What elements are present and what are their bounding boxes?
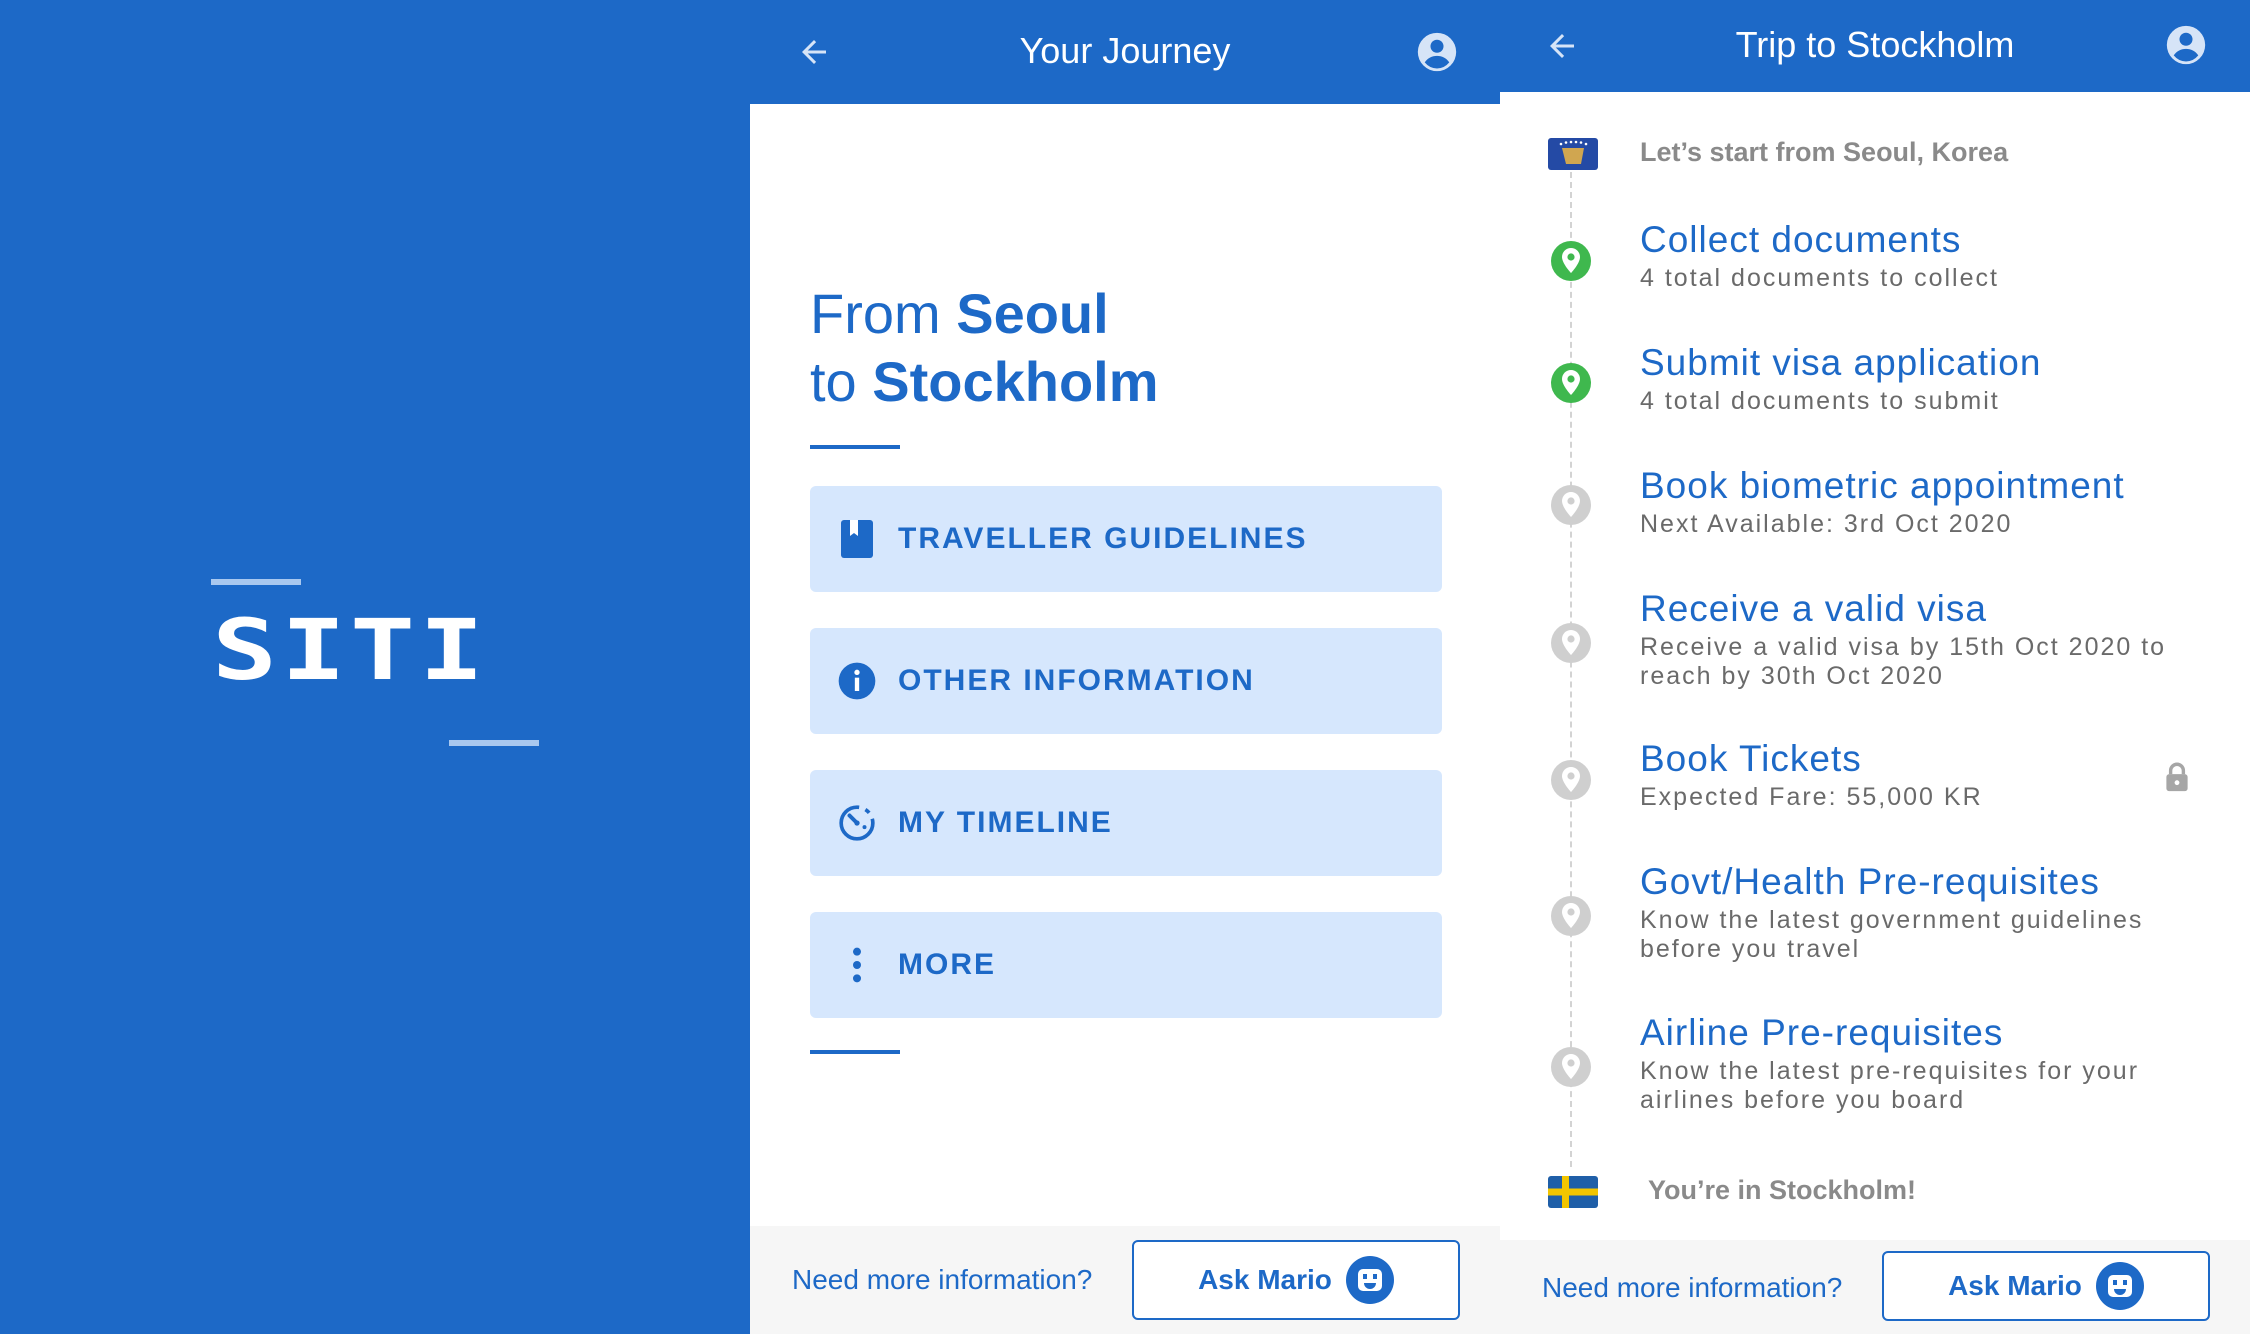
timeline-step[interactable]: Govt/Health Pre-requisites Know the late…	[1640, 860, 2220, 964]
menu-label: OTHER INFORMATION	[898, 664, 1255, 697]
map-pin-done-icon	[1548, 238, 1594, 284]
map-pin-pending-icon	[1548, 1044, 1594, 1090]
more-button[interactable]: MORE	[810, 912, 1442, 1018]
page-title: Your Journey	[1019, 30, 1231, 71]
timeline-step[interactable]: Airline Pre-requisites Know the latest p…	[1640, 1011, 2220, 1115]
help-footer: Need more information? Ask Mario	[750, 1226, 1500, 1334]
my-timeline-button[interactable]: MY TIMELINE	[810, 770, 1442, 876]
step-description: Next Available: 3rd Oct 2020	[1640, 510, 2013, 538]
timeline-step[interactable]: Submit visa application 4 total document…	[1640, 341, 2220, 416]
from-city: Seoul	[956, 282, 1109, 345]
step-title: Submit visa application	[1640, 342, 2042, 383]
help-footer: Need more information? Ask Mario	[1500, 1240, 2250, 1334]
step-title: Govt/Health Pre-requisites	[1640, 861, 2100, 902]
help-prompt: Need more information?	[1542, 1272, 1843, 1303]
other-information-button[interactable]: OTHER INFORMATION	[810, 628, 1442, 734]
menu-label: TRAVELLER GUIDELINES	[898, 522, 1308, 555]
logo-top-rule	[211, 579, 301, 585]
splash-screen: SITI	[0, 0, 750, 1334]
lock-icon	[2160, 760, 2194, 794]
bookmark-book-icon	[834, 516, 880, 562]
app-bar: Trip to Stockholm	[1500, 0, 2250, 92]
route-heading: From Seoul to Stockholm	[810, 280, 1159, 416]
timeline-step[interactable]: Book biometric appointment Next Availabl…	[1640, 464, 2220, 539]
map-pin-pending-icon	[1548, 482, 1594, 528]
step-description: 4 total documents to collect	[1640, 264, 1999, 292]
menu-label: MY TIMELINE	[898, 806, 1113, 839]
step-description: Expected Fare: 55,000 KR	[1640, 783, 1983, 811]
bot-icon	[1345, 1256, 1394, 1304]
page-title: Trip to Stockholm	[1735, 24, 2015, 65]
map-pin-pending-icon	[1548, 757, 1594, 803]
timeline-step[interactable]: Book Tickets Expected Fare: 55,000 KR	[1640, 737, 2220, 812]
flag-icon	[1548, 138, 1598, 170]
map-pin-pending-icon	[1548, 893, 1594, 939]
ask-mario-button[interactable]: Ask Mario	[1882, 1251, 2210, 1321]
account-circle-icon[interactable]	[2163, 22, 2209, 68]
divider	[810, 445, 900, 449]
app-logo: SITI	[212, 601, 489, 700]
from-prefix: From	[810, 282, 941, 345]
menu-label: MORE	[898, 948, 996, 981]
step-title: Airline Pre-requisites	[1640, 1012, 2004, 1053]
timeline-step[interactable]: Collect documents 4 total documents to c…	[1640, 218, 2220, 293]
journey-screen: Your Journey From Seoul to Stockholm TRA…	[750, 0, 1500, 1334]
timeline-end-label: You’re in Stockholm!	[1648, 1175, 1917, 1205]
map-pin-pending-icon	[1548, 620, 1594, 666]
step-title: Book Tickets	[1640, 738, 1862, 779]
trip-screen: Trip to Stockholm Let’s start from Seoul…	[1500, 0, 2250, 1334]
step-title: Collect documents	[1640, 219, 1962, 260]
timeline-step[interactable]: Receive a valid visa Receive a valid vis…	[1640, 587, 2220, 691]
info-icon	[834, 658, 880, 704]
account-circle-icon[interactable]	[1414, 29, 1460, 75]
sweden-flag-icon	[1548, 1176, 1598, 1208]
step-description: Know the latest pre-requisites for your …	[1640, 1057, 2140, 1114]
more-vertical-icon	[834, 942, 880, 988]
logo-bottom-rule	[449, 740, 539, 746]
step-description: Receive a valid visa by 15th Oct 2020 to…	[1640, 633, 2167, 690]
to-city: Stockholm	[872, 350, 1159, 413]
divider	[810, 1050, 900, 1054]
to-prefix: to	[810, 350, 857, 413]
help-prompt: Need more information?	[792, 1264, 1093, 1295]
step-description: Know the latest government guidelines be…	[1640, 906, 2144, 963]
step-title: Receive a valid visa	[1640, 588, 1987, 629]
step-title: Book biometric appointment	[1640, 465, 2125, 506]
ask-mario-label: Ask Mario	[1948, 1270, 2082, 1301]
bot-icon	[2095, 1262, 2144, 1310]
traveller-guidelines-button[interactable]: TRAVELLER GUIDELINES	[810, 486, 1442, 592]
step-description: 4 total documents to submit	[1640, 387, 2000, 415]
ask-mario-label: Ask Mario	[1198, 1264, 1332, 1295]
app-bar: Your Journey	[750, 0, 1500, 104]
ask-mario-button[interactable]: Ask Mario	[1132, 1240, 1460, 1320]
timer-icon	[834, 800, 880, 846]
map-pin-done-icon	[1548, 360, 1594, 406]
timeline-start-label: Let’s start from Seoul, Korea	[1640, 137, 2009, 167]
